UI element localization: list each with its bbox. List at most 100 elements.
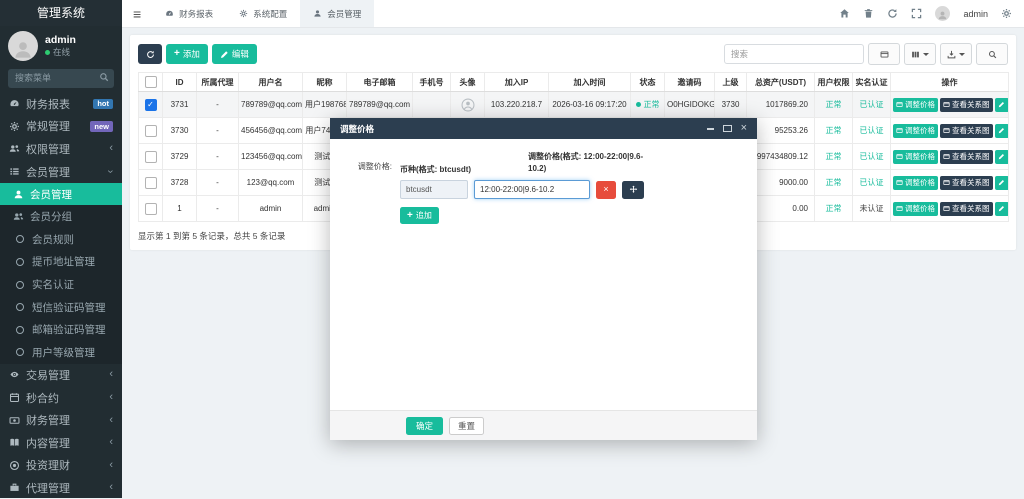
- col-phone: 手机号: [413, 73, 451, 92]
- edit-row-button[interactable]: [995, 150, 1009, 164]
- view-relation-button[interactable]: 查看关系图: [940, 150, 993, 164]
- plus-icon: +: [174, 49, 180, 59]
- price-input[interactable]: [474, 180, 590, 199]
- dashboard-icon: [165, 9, 174, 18]
- topbar-tabs: 财务报表系统配置会员管理: [152, 0, 374, 27]
- edit-row-button[interactable]: [995, 202, 1009, 216]
- add-button[interactable]: +添加: [166, 44, 208, 64]
- reset-button[interactable]: 重置: [449, 417, 484, 435]
- select-all-header: [139, 73, 163, 92]
- fullscreen-icon[interactable]: [911, 8, 922, 19]
- cell-actions: 调整价格查看关系图: [891, 196, 1009, 222]
- topbar-avatar[interactable]: [935, 6, 950, 21]
- sidebar-item-email-code-manage[interactable]: 邮箱验证码管理: [0, 318, 122, 341]
- sidebar-item-content-manage[interactable]: 内容管理‹: [0, 431, 122, 454]
- tab-system-config[interactable]: 系统配置: [226, 0, 300, 27]
- gear-icon[interactable]: [1001, 8, 1012, 19]
- search-icon: [99, 72, 109, 82]
- chevron-down-icon: ‹: [106, 170, 117, 174]
- adjust-price-button[interactable]: 调整价格: [893, 98, 938, 112]
- sidebar-item-member-manage[interactable]: 会员管理‹: [0, 160, 122, 183]
- modal-title: 调整价格: [340, 123, 374, 135]
- select-all-checkbox[interactable]: [145, 76, 157, 88]
- calendar-icon: [9, 392, 20, 403]
- cell-id: 3731: [163, 92, 197, 118]
- card-icon: [943, 127, 950, 134]
- minimize-icon[interactable]: [707, 128, 714, 130]
- menu-toggle-icon[interactable]: ≡: [122, 6, 152, 22]
- col-parent: 上级: [715, 73, 747, 92]
- sidebar-item-trade-manage[interactable]: 交易管理‹: [0, 364, 122, 387]
- chevron-left-icon: ‹: [109, 482, 113, 493]
- currency-format-label: 币种(格式: btcusdt): [400, 164, 528, 175]
- col-avatar: 头像: [451, 73, 485, 92]
- edit-button[interactable]: 编辑: [212, 44, 257, 64]
- toggle-view-button[interactable]: [868, 43, 900, 65]
- topbar-username[interactable]: admin: [963, 9, 988, 19]
- pencil-icon: [998, 179, 1005, 186]
- sidebar-item-member-rule[interactable]: 会员规则: [0, 228, 122, 251]
- table-search-area: [724, 43, 1008, 65]
- sidebar-item-withdraw-address-manage[interactable]: 提币地址管理: [0, 251, 122, 274]
- cell-id: 3728: [163, 170, 197, 196]
- close-icon[interactable]: ×: [741, 123, 747, 134]
- sidebar-item-member-manage-list[interactable]: 会员管理: [0, 183, 122, 206]
- search-toggle-button[interactable]: [976, 43, 1008, 65]
- view-relation-button[interactable]: 查看关系图: [940, 202, 993, 216]
- cell-permission: 正常: [815, 170, 853, 196]
- circle-icon: [16, 303, 24, 311]
- sidebar-item-finance-report[interactable]: 财务报表hot: [0, 93, 122, 116]
- chevron-left-icon: ‹: [109, 392, 113, 403]
- adjust-price-button[interactable]: 调整价格: [893, 124, 938, 138]
- view-relation-button[interactable]: 查看关系图: [940, 124, 993, 138]
- sidebar-item-agent-manage[interactable]: 代理管理‹: [0, 477, 122, 499]
- sidebar-item-finance-manage[interactable]: 财务管理‹: [0, 409, 122, 432]
- move-row-button[interactable]: [622, 181, 644, 199]
- col-verified: 实名认证: [853, 73, 891, 92]
- row-checkbox[interactable]: [145, 125, 157, 137]
- export-button[interactable]: [940, 43, 972, 65]
- sidebar-submenu: 会员管理会员分组会员规则提币地址管理实名认证短信验证码管理邮箱验证码管理用户等级…: [0, 183, 122, 364]
- adjust-price-button[interactable]: 调整价格: [893, 202, 938, 216]
- currency-input[interactable]: [400, 180, 468, 199]
- row-checkbox[interactable]: [145, 203, 157, 215]
- clear-cache-icon[interactable]: [887, 8, 898, 19]
- adjust-price-button[interactable]: 调整价格: [893, 176, 938, 190]
- pencil-icon: [998, 205, 1005, 212]
- sidebar-item-permission-manage[interactable]: 权限管理‹: [0, 138, 122, 161]
- edit-row-button[interactable]: [995, 98, 1009, 112]
- trash-icon[interactable]: [863, 8, 874, 19]
- row-checkbox[interactable]: [145, 177, 157, 189]
- sidebar-item-realname-auth[interactable]: 实名认证: [0, 273, 122, 296]
- sidebar-item-second-contract[interactable]: 秒合约‹: [0, 386, 122, 409]
- edit-row-button[interactable]: [995, 124, 1009, 138]
- tab-member-manage[interactable]: 会员管理: [300, 0, 374, 27]
- append-button[interactable]: +追加: [400, 207, 439, 224]
- refresh-button[interactable]: [138, 44, 162, 64]
- col-agent: 所属代理: [197, 73, 239, 92]
- modal-body: 调整价格: 币种(格式: btcusdt) 调整价格(格式: 12:00-22:…: [330, 139, 757, 410]
- card-icon: [943, 101, 950, 108]
- view-relation-button[interactable]: 查看关系图: [940, 176, 993, 190]
- sidebar-item-general-manage[interactable]: 常规管理new: [0, 115, 122, 138]
- sidebar-item-sms-code-manage[interactable]: 短信验证码管理: [0, 296, 122, 319]
- table-row: ✓3731-789789@qq.com用户1987689789789@qq.co…: [139, 92, 1009, 118]
- tab-finance-report[interactable]: 财务报表: [152, 0, 226, 27]
- remove-row-button[interactable]: ×: [596, 181, 616, 199]
- columns-button[interactable]: [904, 43, 936, 65]
- cell-email: 789789@qq.com: [347, 92, 413, 118]
- view-relation-button[interactable]: 查看关系图: [940, 98, 993, 112]
- sidebar-item-invest-manage[interactable]: 投资理财‹: [0, 454, 122, 477]
- sidebar-item-user-level-manage[interactable]: 用户等级管理: [0, 341, 122, 364]
- row-checkbox[interactable]: ✓: [145, 99, 157, 111]
- edit-row-button[interactable]: [995, 176, 1009, 190]
- col-join-ip: 加入IP: [485, 73, 549, 92]
- card-icon: [896, 127, 903, 134]
- maximize-icon[interactable]: [723, 125, 732, 132]
- table-search-input[interactable]: [724, 44, 864, 64]
- home-icon[interactable]: [839, 8, 850, 19]
- adjust-price-button[interactable]: 调整价格: [893, 150, 938, 164]
- confirm-button[interactable]: 确定: [406, 417, 443, 435]
- sidebar-item-member-group[interactable]: 会员分组: [0, 205, 122, 228]
- row-checkbox[interactable]: [145, 151, 157, 163]
